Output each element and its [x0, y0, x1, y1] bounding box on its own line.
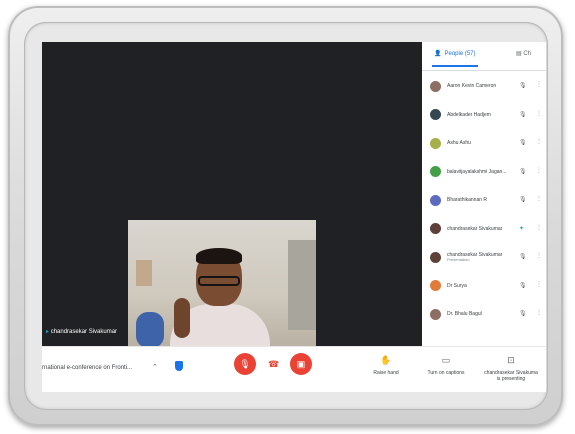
- participant-row[interactable]: chandrasekar Sivakumar ✦ ⋮: [422, 215, 546, 244]
- avatar: [430, 280, 441, 292]
- participant-row[interactable]: Dr Surya 🎙︎ ⋮: [422, 272, 546, 301]
- more-options-icon[interactable]: ⋮: [536, 138, 542, 145]
- mic-off-icon: 🎙︎: [519, 140, 527, 146]
- background-object: [136, 260, 152, 286]
- name-tag-label: chandrasekar Sivakumar: [50, 329, 118, 335]
- participant-name: chandrasekar Sivakumar: [447, 225, 503, 232]
- avatar: [430, 223, 441, 235]
- background-shelf: [288, 240, 316, 330]
- camera-off-icon: ▣: [296, 359, 306, 369]
- participant-row[interactable]: chandrasekar Sivakumar Presentation 🎙︎ ⋮: [422, 243, 546, 272]
- presenting-sub-label: is presenting: [496, 376, 526, 382]
- avatar: [430, 166, 441, 178]
- panel-tabs: 👤 People (57) ▤ Ch: [422, 42, 546, 71]
- avatar: [430, 251, 441, 263]
- participant-name: chandrasekar Sivakumar Presentation: [447, 252, 515, 263]
- participant-row[interactable]: Abdelkader Hadjem 🎙︎ ⋮: [422, 101, 546, 130]
- mic-off-icon: 🎙︎: [519, 111, 527, 118]
- tab-people[interactable]: 👤 People (57): [432, 50, 478, 67]
- participant-name: Bharathikannan R: [447, 197, 488, 204]
- participant-name: Dr. Bhalu Bagul: [447, 311, 482, 318]
- participant-name: Abdelkader Hadjem: [447, 111, 491, 118]
- avatar: [430, 308, 441, 320]
- present-screen-icon: ⊡: [507, 355, 515, 365]
- people-icon: 👤: [434, 51, 442, 57]
- avatar: [430, 80, 441, 92]
- meet-screen: ▸ chandrasekar Sivakumar 👤 People (57) ▤…: [42, 42, 546, 392]
- video-name-tag: ▸ chandrasekar Sivakumar: [46, 328, 117, 335]
- more-options-icon[interactable]: ⋮: [536, 110, 542, 117]
- more-options-icon[interactable]: ⋮: [536, 252, 542, 259]
- person-hair: [196, 248, 242, 264]
- participant-name: Aaron Kevin Cameron: [447, 83, 497, 90]
- raise-hand-button[interactable]: ✋ Raise hand: [364, 355, 408, 376]
- participant-subtitle: Presentation: [447, 256, 470, 262]
- shield-icon[interactable]: [175, 361, 183, 371]
- participant-name: Dr Surya: [447, 282, 467, 289]
- mic-off-icon: 🎙︎: [519, 311, 527, 317]
- more-options-icon[interactable]: ⋮: [536, 224, 542, 231]
- avatar: [430, 194, 441, 206]
- participant-video[interactable]: [128, 220, 316, 346]
- tab-chat[interactable]: ▤ Ch: [516, 50, 531, 57]
- more-options-icon[interactable]: ⋮: [536, 195, 542, 202]
- main-stage: ▸ chandrasekar Sivakumar: [42, 42, 422, 346]
- background-chair: [136, 312, 164, 346]
- person-hand: [174, 298, 190, 338]
- more-options-icon[interactable]: ⋮: [536, 309, 542, 316]
- participant-name: balaviijayalakshmi Jagan...: [447, 168, 507, 175]
- hand-icon: ✋: [380, 355, 392, 365]
- avatar: [430, 137, 441, 149]
- bottom-toolbar: rnational e-conference on Fronti... ⌃ 🎙︎…: [42, 346, 546, 392]
- chevron-up-icon[interactable]: ⌃: [152, 363, 158, 371]
- captions-icon: ▭: [441, 355, 451, 365]
- hang-up-button[interactable]: ☎: [268, 359, 279, 370]
- mic-off-icon: 🎙︎: [239, 359, 251, 369]
- participant-name: Ashu Ashu: [447, 140, 471, 147]
- mic-off-icon: 🎙︎: [519, 282, 527, 289]
- people-panel: 👤 People (57) ▤ Ch Aaron Kevin Cameron 🎙…: [422, 42, 546, 346]
- chat-icon: ▤: [516, 51, 522, 57]
- raise-hand-label: Raise hand: [373, 370, 399, 376]
- person-glasses: [198, 276, 240, 286]
- mic-off-icon: 🎙︎: [519, 197, 527, 203]
- camera-toggle-button[interactable]: ▣: [290, 353, 312, 375]
- more-options-icon[interactable]: ⋮: [536, 81, 542, 88]
- captions-label: Turn on captions: [427, 370, 465, 376]
- presenting-button[interactable]: ⊡ chandrasekar Sivakuma is presenting: [480, 355, 542, 382]
- speaking-indicator-icon: ✦: [519, 225, 525, 232]
- captions-button[interactable]: ▭ Turn on captions: [418, 355, 474, 376]
- name-tag-arrow-icon: ▸: [46, 329, 50, 335]
- tab-chat-label: Ch: [523, 51, 532, 57]
- participant-row[interactable]: Ashu Ashu 🎙︎ ⋮: [422, 129, 546, 158]
- mic-off-icon: 🎙︎: [519, 168, 527, 175]
- participant-list: Aaron Kevin Cameron 🎙︎ ⋮ Abdelkader Hadj…: [422, 72, 546, 329]
- participant-row[interactable]: Dr. Bhalu Bagul 🎙︎ ⋮: [422, 300, 546, 329]
- mic-off-icon: 🎙︎: [519, 254, 527, 260]
- participant-row[interactable]: balaviijayalakshmi Jagan... 🎙︎ ⋮: [422, 158, 546, 187]
- participant-row[interactable]: Bharathikannan R 🎙︎ ⋮: [422, 186, 546, 215]
- meeting-title[interactable]: rnational e-conference on Fronti...: [42, 365, 132, 371]
- avatar: [430, 109, 441, 121]
- mic-toggle-button[interactable]: 🎙︎: [234, 353, 256, 375]
- more-options-icon[interactable]: ⋮: [536, 281, 542, 288]
- more-options-icon[interactable]: ⋮: [536, 167, 542, 174]
- mic-off-icon: 🎙︎: [519, 83, 527, 89]
- tab-people-label: People (57): [444, 50, 476, 57]
- participant-row[interactable]: Aaron Kevin Cameron 🎙︎ ⋮: [422, 72, 546, 101]
